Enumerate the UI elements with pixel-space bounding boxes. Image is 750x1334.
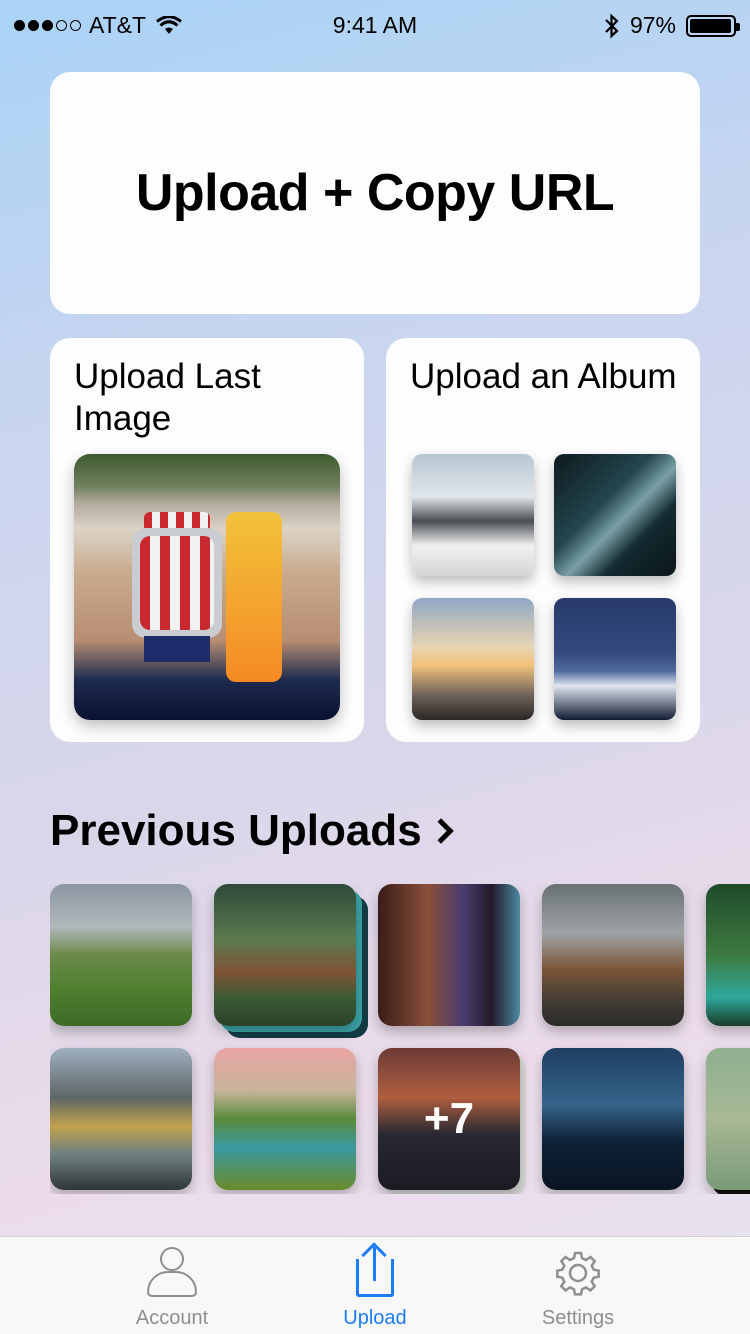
chevron-right-icon xyxy=(427,818,454,844)
upload-album-title: Upload an Album xyxy=(410,357,677,396)
upload-last-image-title: Upload Last Image xyxy=(74,357,261,438)
hero-title: Upload + Copy URL xyxy=(135,164,615,222)
album-thumbnail-grid xyxy=(412,454,678,720)
status-right: 97% xyxy=(604,12,740,39)
album-thumbnail xyxy=(554,454,676,576)
more-uploads-count: +7 xyxy=(423,1094,475,1143)
tab-settings-label: Settings xyxy=(541,1307,615,1329)
tab-bar: Account Upload Settings xyxy=(0,1236,750,1334)
upload-thumbnail[interactable] xyxy=(542,1048,684,1190)
upload-thumbnail[interactable] xyxy=(214,1048,356,1190)
tab-upload[interactable]: Upload xyxy=(295,1242,455,1333)
status-bar: AT&T 9:41 AM 97% xyxy=(0,0,750,50)
battery-icon xyxy=(686,14,740,37)
tab-account[interactable]: Account xyxy=(92,1245,252,1333)
upload-thumbnail[interactable] xyxy=(378,884,520,1026)
person-icon xyxy=(144,1245,200,1301)
bluetooth-icon xyxy=(605,13,619,38)
upload-album-card[interactable]: Upload an Album xyxy=(386,338,700,742)
battery-level xyxy=(690,18,731,33)
album-thumbnail xyxy=(554,598,676,720)
tab-settings[interactable]: Settings xyxy=(498,1245,658,1333)
watch-photo-subject xyxy=(132,528,222,638)
tab-upload-label: Upload xyxy=(343,1307,407,1329)
upload-thumbnail[interactable] xyxy=(542,884,684,1026)
more-uploads-thumbnail[interactable]: +7 xyxy=(378,1048,520,1190)
upload-thumbnail-stack[interactable] xyxy=(706,1048,750,1190)
previous-uploads-title: Previous Uploads xyxy=(50,806,422,855)
previous-uploads-link[interactable]: Previous Uploads xyxy=(50,806,454,856)
upload-thumbnail[interactable] xyxy=(50,1048,192,1190)
upload-thumbnail[interactable] xyxy=(50,884,192,1026)
last-image-thumbnail xyxy=(74,454,340,720)
upload-copy-url-button[interactable]: Upload + Copy URL xyxy=(50,72,700,314)
upload-thumbnail[interactable] xyxy=(706,884,750,1026)
upload-thumbnail-stack[interactable] xyxy=(214,884,356,1026)
previous-uploads-grid[interactable]: +7 xyxy=(50,884,750,1194)
album-thumbnail xyxy=(412,598,534,720)
share-icon xyxy=(347,1242,403,1301)
album-thumbnail xyxy=(412,454,534,576)
battery-percent: 97% xyxy=(629,12,676,38)
gear-icon xyxy=(550,1245,606,1301)
upload-last-image-card[interactable]: Upload Last Image xyxy=(50,338,364,742)
tab-account-label: Account xyxy=(135,1307,209,1329)
